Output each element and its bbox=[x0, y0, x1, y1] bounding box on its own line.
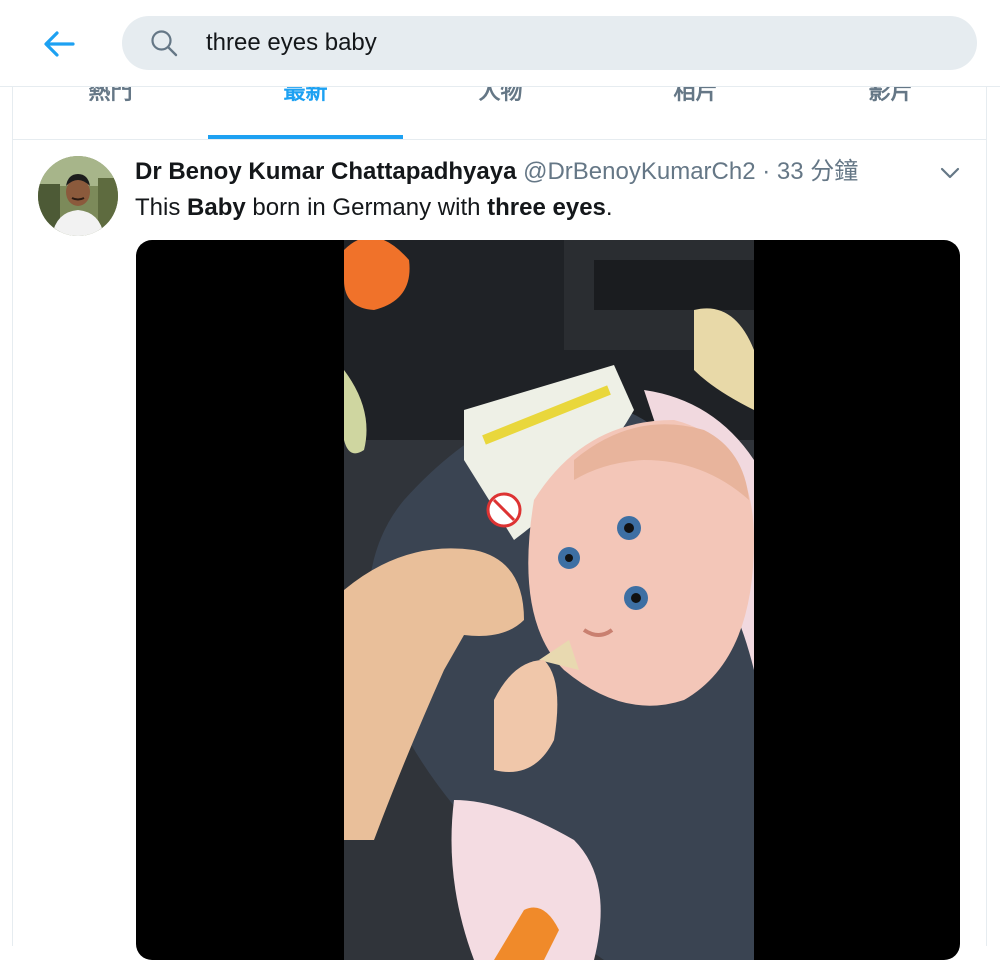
search-tabs: 熱門 最新 人物 相片 影片 bbox=[13, 86, 986, 140]
tweet-video[interactable] bbox=[136, 240, 960, 960]
search-box[interactable] bbox=[122, 16, 977, 70]
tab-photos[interactable]: 相片 bbox=[598, 86, 793, 139]
back-arrow-icon bbox=[44, 31, 75, 57]
tweet-text-part: born in Germany with bbox=[245, 194, 488, 221]
active-tab-indicator bbox=[208, 135, 403, 139]
separator-dot: · bbox=[762, 158, 771, 185]
tweet-menu-button[interactable] bbox=[934, 158, 966, 188]
tweet-header: Dr Benoy Kumar Chattapadhyaya @DrBenoyKu… bbox=[135, 156, 858, 188]
tweet-text-part: This bbox=[135, 194, 188, 221]
tab-latest[interactable]: 最新 bbox=[208, 86, 403, 139]
top-bar bbox=[0, 0, 1000, 87]
video-thumbnail bbox=[344, 240, 754, 960]
chevron-down-icon bbox=[940, 167, 960, 179]
tweet-text-part: . bbox=[605, 194, 613, 221]
tab-videos[interactable]: 影片 bbox=[793, 86, 986, 139]
avatar[interactable] bbox=[38, 156, 118, 236]
tweet-text-highlight: three eyes bbox=[487, 194, 606, 221]
back-button[interactable] bbox=[36, 24, 82, 64]
author-handle[interactable]: @DrBenoyKumarCh2 bbox=[523, 158, 755, 185]
search-input[interactable] bbox=[204, 28, 908, 58]
author-name[interactable]: Dr Benoy Kumar Chattapadhyaya bbox=[135, 158, 516, 185]
tweet-text-highlight: Baby bbox=[187, 194, 246, 221]
tweet-timestamp[interactable]: 33 分鐘 bbox=[777, 158, 858, 185]
search-icon bbox=[150, 28, 180, 58]
tab-top[interactable]: 熱門 bbox=[13, 86, 208, 139]
tab-people[interactable]: 人物 bbox=[403, 86, 598, 139]
tweet-text: This Baby born in Germany with three eye… bbox=[135, 192, 613, 224]
